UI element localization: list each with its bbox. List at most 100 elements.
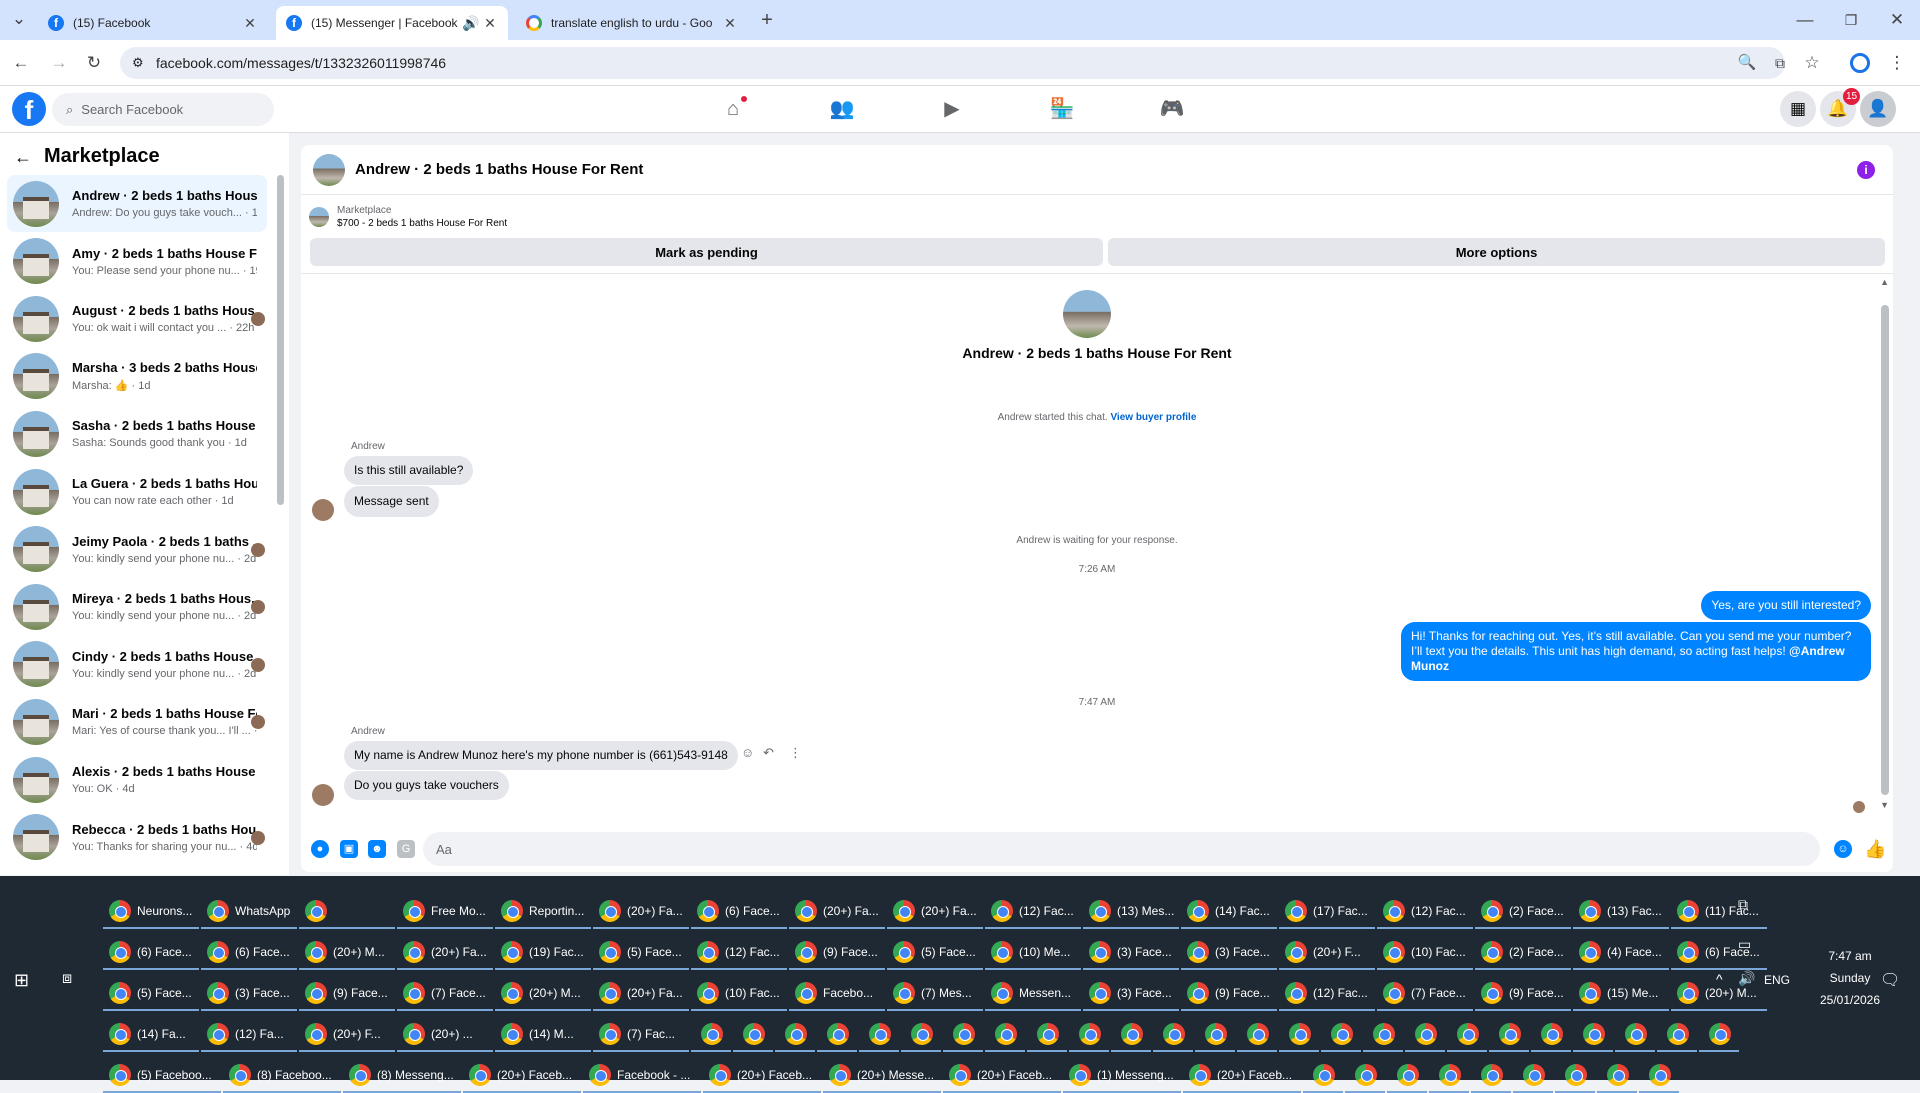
conversation-item[interactable]: Mari · 2 beds 1 baths House For... Mari: … [7,693,267,750]
conversation-item[interactable]: Jeimy Paola · 2 beds 1 baths ... You: kin… [7,521,267,578]
marketplace-icon[interactable]: 🏪 [1048,96,1076,122]
taskbar-window-button[interactable]: (5) Face... [887,936,983,970]
facebook-logo-icon[interactable]: f [12,92,46,126]
tab-messenger[interactable]: f (15) Messenger | Facebook 🔊 ✕ [276,6,508,40]
taskbar-window-button[interactable]: (14) M... [495,1018,591,1052]
tray-icon[interactable]: ▭ [1738,936,1751,953]
back-arrow-icon[interactable]: ← [14,147,32,168]
conversation-item[interactable]: Andrew · 2 beds 1 baths House ... Andrew:… [7,175,267,232]
mark-as-pending-button[interactable]: Mark as pending [310,238,1103,266]
taskbar-window-button[interactable] [1027,1018,1067,1052]
taskbar-window-button[interactable]: (5) Face... [593,936,689,970]
taskbar-window-button[interactable]: (4) Face... [1573,936,1669,970]
taskbar-window-button[interactable]: (2) Face... [1475,936,1571,970]
taskbar-window-button[interactable]: (20+) M... [299,936,395,970]
video-icon[interactable]: ▶ [938,96,966,122]
windows-start-icon[interactable]: ⊞ [14,970,29,991]
taskbar-window-button[interactable]: (7) Mes... [887,977,983,1011]
taskbar-window-button[interactable] [1153,1018,1193,1052]
taskbar-window-button[interactable] [817,1018,857,1052]
taskbar-window-button[interactable] [1363,1018,1403,1052]
taskbar-window-button[interactable]: (20+) Faceb... [943,1059,1061,1093]
taskbar-window-button[interactable]: (6) Face... [201,936,297,970]
taskbar-window-button[interactable] [299,895,395,929]
url-input[interactable]: ⚙ facebook.com/messages/t/13323260119987… [120,47,1785,79]
speaker-icon[interactable]: 🔊 [1738,970,1755,987]
taskbar-window-button[interactable]: (15) Me... [1573,977,1669,1011]
taskbar-window-button[interactable]: (20+) F... [1279,936,1375,970]
taskbar-window-button[interactable] [1405,1018,1445,1052]
language-indicator[interactable]: ENG [1764,973,1790,987]
taskbar-window-button[interactable]: (9) Face... [1181,977,1277,1011]
taskbar-window-button[interactable]: (1) Messeng... [1063,1059,1181,1093]
minimize-icon[interactable]: — [1794,9,1816,31]
taskbar-window-button[interactable]: Facebook - ... [583,1059,701,1093]
taskbar-window-button[interactable]: (9) Face... [789,936,885,970]
conversation-item[interactable]: Amy · 2 beds 1 baths House For ... You: P… [7,233,267,290]
notification-center-icon[interactable]: 🗨 [1880,970,1900,990]
taskbar-window-button[interactable]: (14) Fac... [1181,895,1277,929]
taskbar-window-button[interactable] [1111,1018,1151,1052]
message-bubble[interactable]: Do you guys take vouchers [344,771,509,800]
zoom-icon[interactable]: 🔍 [1736,52,1758,74]
avatar[interactable] [1063,290,1111,338]
taskbar-window-button[interactable]: (20+) Faceb... [703,1059,821,1093]
speaker-icon[interactable]: 🔊 [462,15,479,32]
my-message-bubble[interactable]: Yes, are you still interested? [1701,591,1871,620]
taskbar-window-button[interactable]: (6) Face... [1671,936,1767,970]
conversation-item[interactable]: Mireya · 2 beds 1 baths Hous... You: kind… [7,578,267,635]
taskbar-window-button[interactable]: (12) Fa... [201,1018,297,1052]
taskbar-window-button[interactable] [1345,1059,1385,1093]
tab-google[interactable]: translate english to urdu - Goo ✕ [516,6,748,40]
taskbar-window-button[interactable]: Messen... [985,977,1081,1011]
taskbar-window-button[interactable] [1615,1018,1655,1052]
taskbar-window-button[interactable]: (20+) Fa... [593,977,689,1011]
taskbar-window-button[interactable]: (20+) Faceb... [1183,1059,1301,1093]
taskbar-window-button[interactable] [1069,1018,1109,1052]
tab-search-icon[interactable]: ⌄ [8,8,30,30]
taskbar-window-button[interactable]: (14) Fa... [103,1018,199,1052]
taskbar-window-button[interactable]: WhatsApp [201,895,297,929]
forward-icon[interactable]: → [48,52,70,74]
tab-facebook[interactable]: f (15) Facebook ✕ [38,6,268,40]
close-window-icon[interactable]: ✕ [1886,9,1908,31]
chat-scrollbar[interactable] [1881,305,1889,795]
reply-icon[interactable]: ↶ [763,745,774,761]
taskbar-window-button[interactable]: (7) Face... [1377,977,1473,1011]
taskbar-window-button[interactable]: (8) Faceboo... [223,1059,341,1093]
conversation-item[interactable]: Rebecca · 2 beds 1 baths Hou... You: Than… [7,809,267,866]
scroll-up-icon[interactable]: ▲ [1880,277,1889,287]
taskbar-window-button[interactable] [1573,1018,1613,1052]
taskbar-window-button[interactable]: (19) Fac... [495,936,591,970]
taskbar-window-button[interactable] [1699,1018,1739,1052]
listing-summary[interactable]: Marketplace $700 - 2 beds 1 baths House … [309,201,1889,233]
taskbar-window-button[interactable] [1429,1059,1469,1093]
taskbar-window-button[interactable] [1447,1018,1487,1052]
view-buyer-profile-link[interactable]: View buyer profile [1110,412,1196,423]
reload-icon[interactable]: ↻ [83,52,105,74]
friends-icon[interactable]: 👥 [828,96,856,122]
taskbar-window-button[interactable] [691,1018,731,1052]
taskbar-window-button[interactable] [1237,1018,1277,1052]
taskbar-window-button[interactable]: (20+) Messe... [823,1059,941,1093]
photo-icon[interactable]: ▣ [340,840,358,858]
taskbar-window-button[interactable]: (12) Fac... [1377,895,1473,929]
close-icon[interactable]: ✕ [242,15,258,32]
taskbar-window-button[interactable] [1489,1018,1529,1052]
cast-icon[interactable]: ⧉ [1769,52,1791,74]
taskbar-window-button[interactable]: Reportin... [495,895,591,929]
gaming-icon[interactable]: 🎮 [1158,96,1186,122]
sidebar-scrollbar[interactable] [277,175,284,505]
taskbar-window-button[interactable]: (9) Face... [299,977,395,1011]
message-bubble[interactable]: Is this still available? [344,456,474,485]
message-bubble[interactable]: My name is Andrew Munoz here's my phone … [344,741,738,770]
profile-icon[interactable] [1850,53,1870,73]
menu-grid-icon[interactable]: ▦ [1780,91,1816,127]
taskbar-window-button[interactable]: (2) Face... [1475,895,1571,929]
emoji-icon[interactable]: ☺ [1834,840,1852,858]
more-options-button[interactable]: More options [1108,238,1885,266]
menu-dots-icon[interactable]: ⋮ [1886,52,1908,74]
taskbar-window-button[interactable]: (6) Face... [691,895,787,929]
taskbar-window-button[interactable]: (20+) Fa... [593,895,689,929]
taskbar-window-button[interactable]: (7) Fac... [593,1018,689,1052]
